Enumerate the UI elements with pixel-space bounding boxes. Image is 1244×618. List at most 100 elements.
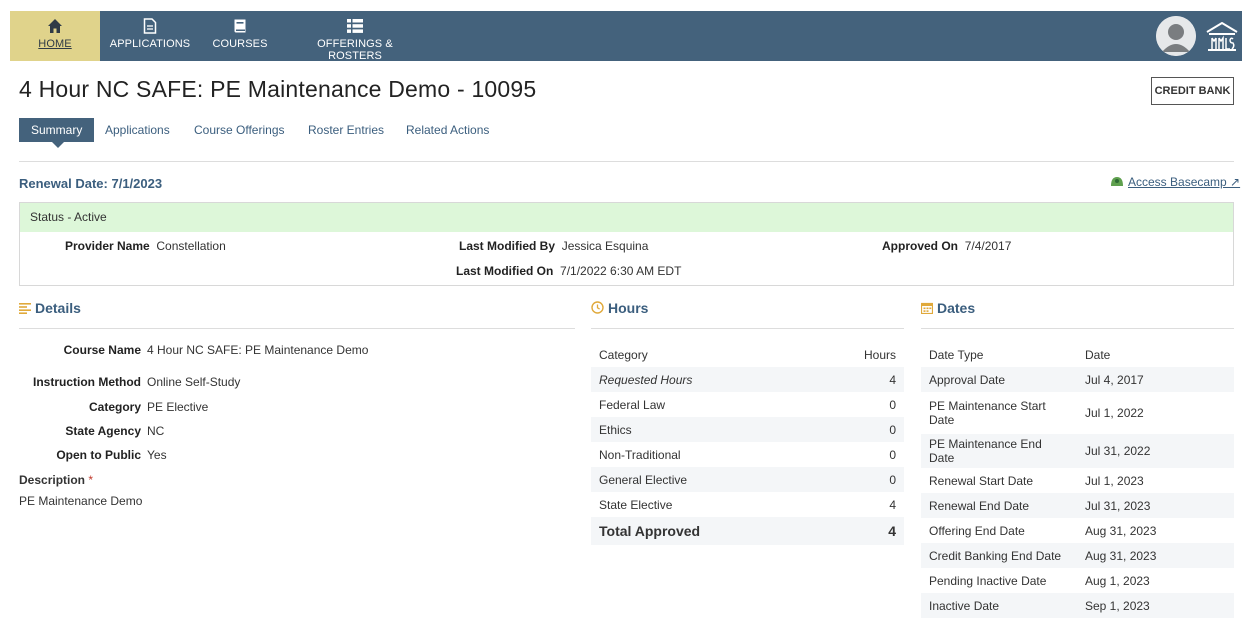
date-type: PE Maintenance End Date — [921, 434, 1077, 468]
table-row: Credit Banking End Date Aug 31, 2023 — [921, 543, 1234, 568]
date-type: Inactive Date — [921, 593, 1077, 618]
nav-courses-label: COURSES — [212, 38, 268, 50]
provider-name-label: Provider Name — [65, 239, 150, 253]
last-modified-on-label: Last Modified On — [456, 264, 554, 278]
details-heading: Details — [19, 300, 81, 316]
date-value: Aug 31, 2023 — [1077, 543, 1234, 568]
date-type: Renewal End Date — [921, 493, 1077, 518]
detail-label: Category — [88, 400, 141, 414]
tab-summary[interactable]: Summary — [19, 118, 95, 148]
date-value: Jul 1, 2023 — [1085, 473, 1144, 488]
detail-label: Open to Public — [56, 448, 141, 462]
nav-applications-label: APPLICATIONS — [109, 38, 191, 50]
tab-related-actions[interactable]: Related Actions — [406, 118, 489, 142]
hours-value: 0 — [889, 447, 896, 462]
tab-applications[interactable]: Applications — [105, 118, 170, 142]
basecamp-icon — [1111, 177, 1123, 186]
hours-total-label: Total Approved — [591, 517, 813, 545]
page-title: 4 Hour NC SAFE: PE Maintenance Demo - 10… — [19, 76, 537, 102]
detail-course-name: Course Name 4 Hour NC SAFE: PE Maintenanc… — [19, 343, 369, 357]
status-panel: Status - Active Provider Name Constellat… — [19, 202, 1234, 286]
detail-value: Online Self-Study — [147, 375, 241, 389]
calendar-icon — [920, 302, 934, 315]
approved-on-value: 7/4/2017 — [964, 239, 1012, 253]
date-value: Aug 31, 2023 — [1085, 523, 1157, 538]
provider-name: Provider Name Constellation — [65, 239, 226, 253]
hours-value: 0 — [812, 417, 904, 442]
table-row: Renewal End Date Jul 31, 2023 — [921, 493, 1234, 518]
detail-value: 4 Hour NC SAFE: PE Maintenance Demo — [147, 343, 369, 357]
top-nav-bar: HOME APPLICATIONS COURSES OFFERINGS & RO… — [10, 11, 1242, 62]
date-value: Jul 1, 2022 — [1085, 406, 1144, 420]
dates-heading-label: Dates — [937, 300, 976, 316]
hours-divider — [591, 328, 904, 329]
detail-label: Course Name — [63, 343, 141, 357]
renewal-date: Renewal Date: 7/1/2023 — [19, 176, 163, 191]
table-row: Pending Inactive Date Aug 1, 2023 — [921, 568, 1234, 593]
date-type: Offering End Date — [929, 523, 1025, 538]
detail-instruction-method: Instruction Method Online Self-Study — [19, 375, 240, 389]
detail-open-to-public: Open to Public Yes — [19, 448, 167, 462]
date-type: Pending Inactive Date — [929, 573, 1047, 588]
user-avatar[interactable] — [1156, 16, 1196, 56]
date-value: Aug 1, 2023 — [1085, 573, 1150, 588]
description-value: PE Maintenance Demo — [19, 494, 143, 508]
nav-applications[interactable]: APPLICATIONS — [102, 11, 198, 61]
approved-on-label: Approved On — [882, 239, 959, 253]
detail-value: Yes — [147, 448, 167, 462]
date-type: Renewal Start Date — [929, 473, 1034, 488]
nav-offerings-rosters[interactable]: OFFERINGS & ROSTERS — [290, 11, 420, 62]
hours-category: Requested Hours — [591, 367, 813, 392]
tab-roster-entries[interactable]: Roster Entries — [308, 118, 384, 142]
hours-value: 4 — [889, 497, 896, 512]
hours-heading: Hours — [591, 300, 648, 316]
details-heading-label: Details — [35, 300, 81, 316]
last-modified-by-label: Last Modified By — [459, 239, 556, 253]
hours-total-row: Total Approved 4 — [591, 517, 904, 545]
hours-total-value: 4 — [812, 517, 904, 545]
detail-value: PE Elective — [147, 400, 209, 414]
date-value: Jul 31, 2023 — [1077, 493, 1234, 518]
status-label: Status - Active — [20, 203, 1233, 232]
detail-state-agency: State Agency NC — [19, 424, 164, 438]
hours-category: Ethics — [591, 417, 813, 442]
clock-icon — [591, 301, 604, 314]
detail-label: State Agency — [65, 424, 141, 438]
lines-icon — [19, 303, 31, 314]
dates-divider — [921, 328, 1234, 329]
nav-courses[interactable]: COURSES — [210, 11, 270, 61]
document-icon — [143, 18, 157, 34]
hours-col-hours: Hours — [863, 347, 896, 362]
nav-home[interactable]: HOME — [10, 11, 100, 61]
company-logo-icon — [1206, 22, 1238, 51]
list-icon — [347, 19, 363, 33]
access-basecamp-label: Access Basecamp ↗ — [1128, 175, 1241, 189]
hours-table: Category Hours Requested Hours 4 Federal … — [591, 342, 904, 545]
table-row: Requested Hours 4 — [591, 367, 904, 392]
table-row: Federal Law 0 — [591, 392, 904, 417]
hours-value: 0 — [812, 467, 904, 492]
hours-value: 0 — [889, 397, 896, 412]
credit-bank-button[interactable]: CREDIT BANK — [1151, 77, 1234, 105]
divider — [19, 161, 1234, 162]
approved-on: Approved On 7/4/2017 — [882, 239, 1011, 253]
hours-category: Non-Traditional — [599, 447, 681, 462]
date-value: Jul 4, 2017 — [1077, 367, 1234, 392]
access-basecamp-link[interactable]: Access Basecamp ↗ — [1110, 175, 1240, 189]
description-label: Description * — [19, 473, 94, 487]
date-value: Jul 31, 2022 — [1077, 434, 1234, 468]
tab-course-offerings[interactable]: Course Offerings — [194, 118, 285, 142]
table-row: Inactive Date Sep 1, 2023 — [921, 593, 1234, 618]
dates-col-type: Date Type — [929, 347, 984, 362]
last-modified-by: Last Modified By Jessica Esquina — [459, 239, 648, 253]
last-modified-by-value: Jessica Esquina — [561, 239, 649, 253]
hours-value: 4 — [812, 367, 904, 392]
nav-offerings-label: OFFERINGS & ROSTERS — [317, 38, 393, 62]
dates-table: Date Type Date Approval Date Jul 4, 2017 … — [921, 342, 1234, 618]
table-row: Offering End Date Aug 31, 2023 — [921, 518, 1234, 543]
detail-label: Instruction Method — [33, 375, 141, 389]
dates-heading: Dates — [920, 300, 976, 316]
hours-category: Federal Law — [599, 397, 666, 412]
detail-category: Category PE Elective — [19, 400, 208, 414]
book-icon — [234, 19, 246, 33]
